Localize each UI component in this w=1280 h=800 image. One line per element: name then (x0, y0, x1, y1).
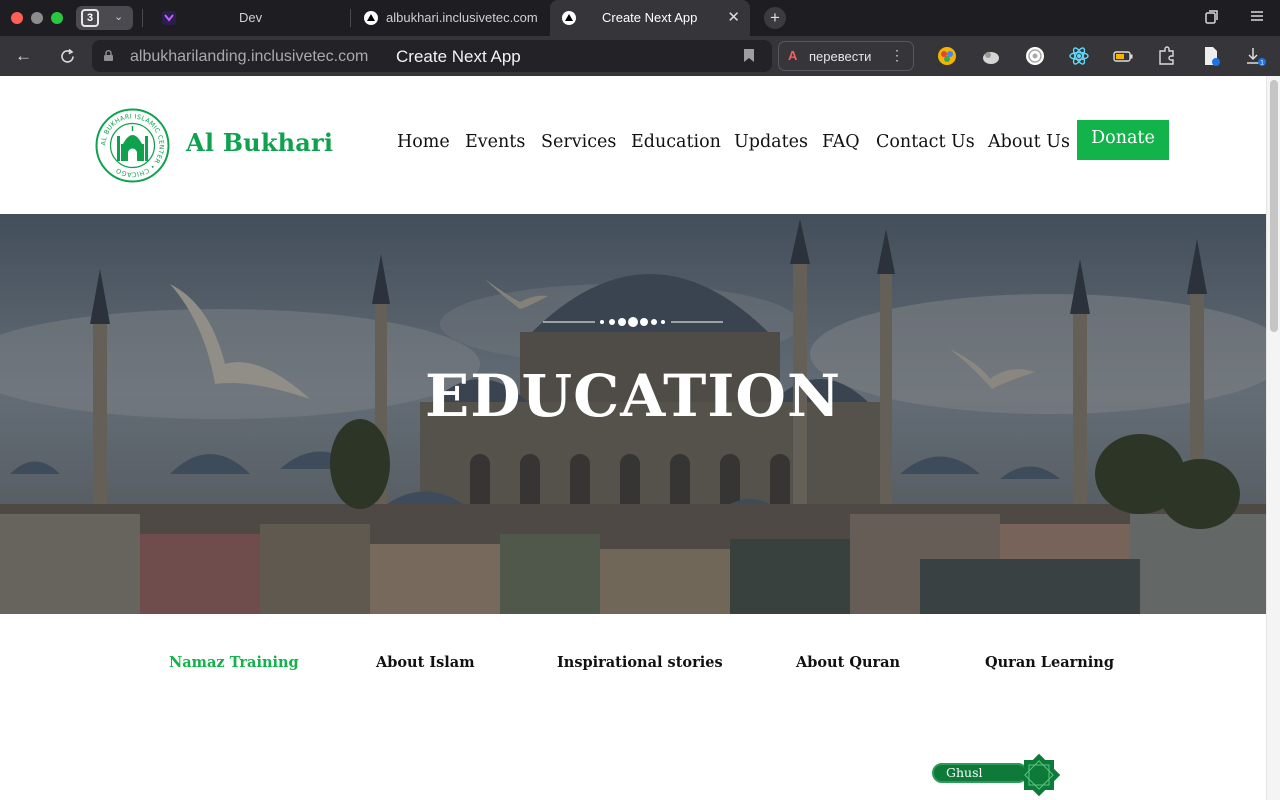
chevron-down-icon: ⌄ (114, 11, 124, 23)
lock-icon (104, 50, 113, 61)
nav-education[interactable]: Education (631, 132, 721, 152)
vercel-favicon-icon (364, 11, 378, 25)
tab-label: albukhari.inclusivetec.com (386, 10, 538, 25)
tab-inspirational-stories[interactable]: Inspirational stories (557, 654, 723, 671)
ghusl-step[interactable]: Ghusl (930, 752, 1062, 798)
tab-panel-icon[interactable] (1204, 9, 1220, 25)
page-title-text: Create Next App (396, 47, 521, 66)
bird-extension-icon[interactable] (980, 45, 1002, 67)
tab-divider (142, 9, 143, 27)
close-window-button[interactable] (11, 12, 23, 24)
translate-icon: A (788, 48, 798, 63)
tab-namaz-training[interactable]: Namaz Training (169, 654, 299, 671)
address-bar[interactable]: albukharilanding.inclusivetec.com Create… (92, 40, 772, 72)
tab-count-button[interactable]: 3 ⌄ (76, 6, 133, 30)
tab-dev[interactable]: Dev (150, 0, 346, 36)
circle-extension-icon[interactable] (1024, 45, 1046, 67)
al-bukhari-logo[interactable]: AL BUKHARI ISLAMIC CENTER • CHICAGO (95, 108, 170, 183)
back-arrow-icon[interactable]: ← (15, 46, 32, 66)
tab-quran-learning[interactable]: Quran Learning (985, 654, 1114, 671)
tab-count: 3 (81, 9, 99, 27)
translate-label: перевести (809, 49, 872, 64)
browser-tab-bar: 3 ⌄ Dev albukhari.inclusivetec.com Creat… (0, 0, 1280, 36)
browser-toolbar: ← albukharilanding.inclusivetec.com Crea… (0, 36, 1280, 76)
color-picker-extension-icon[interactable] (936, 45, 958, 67)
battery-icon[interactable] (1112, 45, 1134, 67)
nav-faq[interactable]: FAQ (822, 132, 860, 152)
document-extension-icon[interactable] (1200, 45, 1222, 67)
new-tab-button[interactable]: + (764, 7, 786, 29)
nav-about-us[interactable]: About Us (988, 132, 1070, 152)
tab-label: Create Next App (602, 10, 698, 25)
url-text: albukharilanding.inclusivetec.com (130, 48, 369, 65)
donate-button[interactable]: Donate (1077, 120, 1169, 160)
brand-name[interactable]: Al Bukhari (186, 128, 333, 157)
download-badge: 1 (1260, 60, 1264, 67)
octagram-icon (1017, 753, 1061, 797)
web-page: AL BUKHARI ISLAMIC CENTER • CHICAGO Al B… (0, 76, 1280, 800)
bookmark-icon[interactable] (744, 49, 754, 62)
hero-banner: EDUCATION (0, 214, 1266, 614)
tab-albukhari[interactable]: albukhari.inclusivetec.com (352, 0, 546, 36)
reload-icon[interactable] (59, 48, 76, 65)
tab-label: Dev (239, 10, 263, 25)
tab-divider (350, 9, 351, 27)
vercel-favicon-icon (562, 11, 576, 25)
nav-events[interactable]: Events (465, 132, 525, 152)
nav-updates[interactable]: Updates (734, 132, 808, 152)
download-icon[interactable]: 1 (1244, 45, 1266, 67)
tab-create-next-app[interactable]: Create Next App ✕ (550, 0, 750, 36)
tab-about-islam[interactable]: About Islam (376, 654, 475, 671)
dev-favicon-icon (162, 11, 176, 25)
scrollbar-thumb[interactable] (1270, 80, 1278, 332)
react-devtools-icon[interactable] (1068, 45, 1090, 67)
tab-about-quran[interactable]: About Quran (796, 654, 900, 671)
nav-contact-us[interactable]: Contact Us (876, 132, 975, 152)
page-scrollbar[interactable] (1266, 76, 1280, 800)
hero-title: EDUCATION (425, 362, 841, 430)
nav-home[interactable]: Home (397, 132, 450, 152)
nav-services[interactable]: Services (541, 132, 616, 152)
minimize-window-button[interactable] (31, 12, 43, 24)
close-tab-icon[interactable]: ✕ (727, 0, 740, 36)
more-vertical-icon[interactable]: ⋮ (890, 47, 904, 64)
translate-button[interactable]: A перевести ⋮ (778, 41, 914, 71)
ghusl-label: Ghusl (946, 765, 983, 780)
menu-icon[interactable] (1250, 9, 1264, 23)
puzzle-extensions-icon[interactable] (1156, 45, 1178, 67)
maximize-window-button[interactable] (51, 12, 63, 24)
